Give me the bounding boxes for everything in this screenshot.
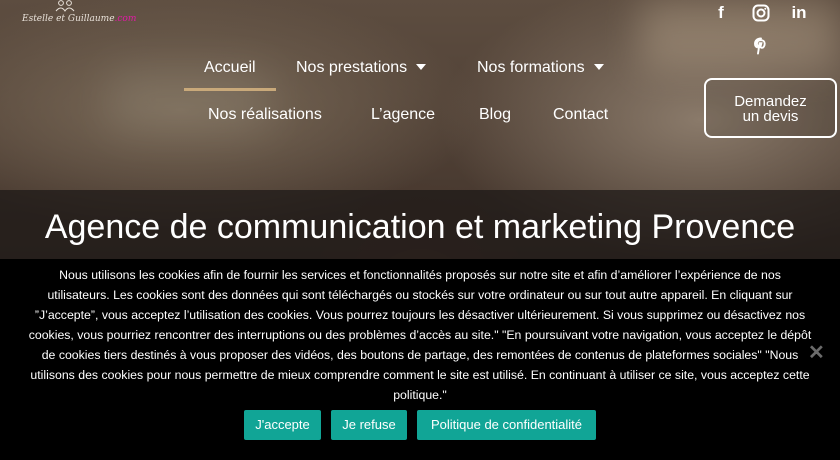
pinterest-icon[interactable] [750, 35, 772, 57]
nav-item-realisations[interactable]: Nos réalisations [208, 106, 322, 124]
nav-active-underline [184, 88, 276, 91]
logo-people-icon [55, 0, 75, 12]
nav-item-formations[interactable]: Nos formations [477, 59, 604, 77]
nav-item-label: Nos formations [477, 59, 585, 76]
chevron-down-icon [593, 64, 604, 70]
page-title: Agence de communication et marketing Pro… [44, 208, 796, 246]
request-quote-button[interactable]: Demandez un devis [704, 78, 837, 138]
linkedin-icon[interactable]: in [788, 2, 810, 24]
facebook-icon[interactable]: f [710, 2, 732, 24]
nav-item-label: Nos prestations [296, 59, 408, 76]
refuse-cookies-button[interactable]: Je refuse [331, 410, 407, 440]
quote-label-line2: un devis [742, 108, 799, 125]
privacy-policy-button[interactable]: Politique de confidentialité [417, 410, 596, 440]
social-links: f in [700, 0, 840, 60]
nav-item-contact[interactable]: Contact [553, 106, 608, 124]
chevron-down-icon [416, 64, 427, 70]
cookie-notice-text: Nous utilisons les cookies afin de fourn… [28, 268, 812, 402]
instagram-icon[interactable] [750, 2, 772, 24]
nav-item-blog[interactable]: Blog [479, 106, 511, 124]
close-icon[interactable]: ✕ [808, 343, 825, 363]
nav-item-prestations[interactable]: Nos prestations [296, 59, 427, 77]
accept-cookies-button[interactable]: J'accepte [244, 410, 321, 440]
logo-text: Estelle et Guillaume.com [22, 14, 137, 24]
nav-item-agence[interactable]: L’agence [371, 106, 435, 124]
cookie-banner: Nous utilisons les cookies afin de fourn… [0, 259, 840, 460]
site-logo[interactable]: Estelle et Guillaume.com [20, 0, 136, 30]
nav-item-accueil[interactable]: Accueil [204, 59, 256, 77]
